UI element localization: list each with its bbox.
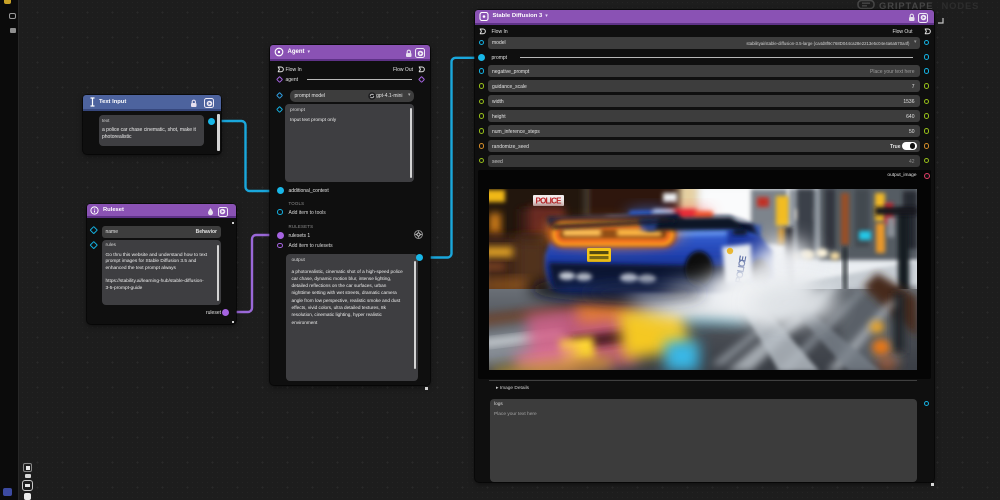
svg-text:POLICE: POLICE bbox=[536, 196, 563, 205]
